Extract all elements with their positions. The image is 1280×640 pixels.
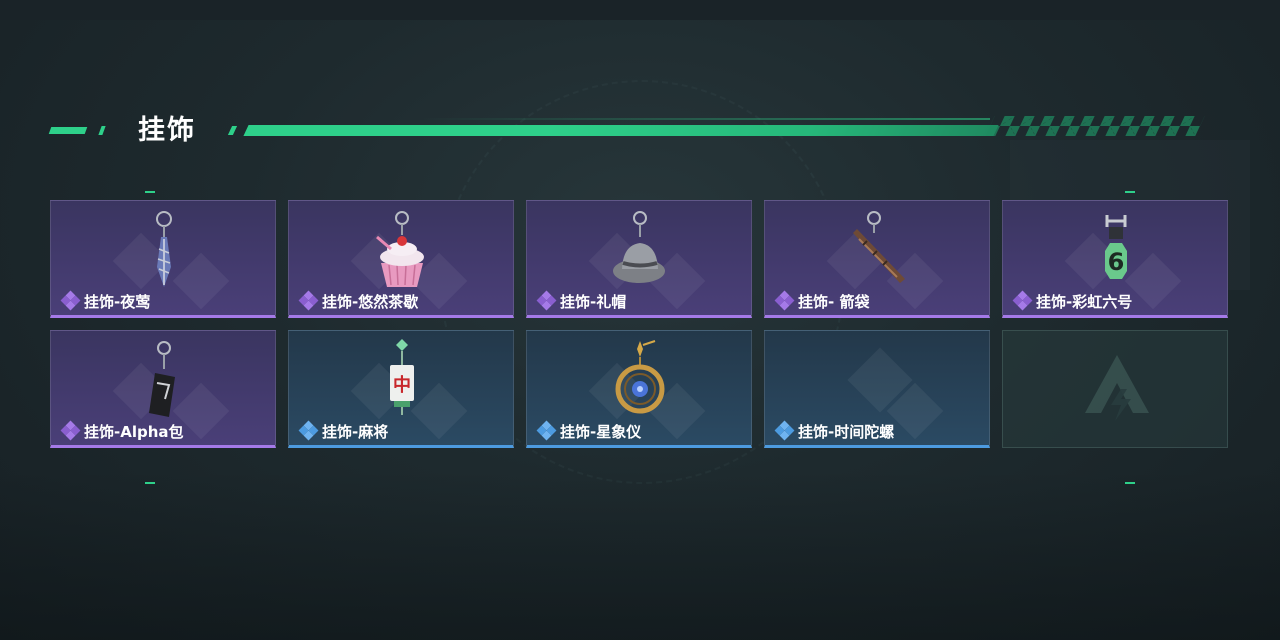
corner-tick	[145, 482, 155, 484]
charm-label: 挂饰-礼帽	[536, 290, 627, 311]
astrolabe-charm-icon	[615, 340, 665, 414]
charm-label: 挂饰- 箭袋	[774, 290, 870, 311]
header-left-tick	[98, 126, 106, 135]
charm-name: 挂饰-Alpha包	[84, 422, 184, 441]
corner-tick	[145, 191, 155, 193]
rarity-purple-icon	[774, 290, 795, 311]
game-logo-icon	[1085, 355, 1149, 421]
rarity-purple-icon	[536, 290, 557, 311]
charm-card[interactable]: 中 挂饰-麻将	[288, 330, 514, 448]
charm-name: 挂饰-时间陀螺	[798, 422, 895, 441]
charm-label: 挂饰-夜莺	[60, 290, 151, 311]
charm-card[interactable]: 挂饰-时间陀螺	[764, 330, 990, 448]
charm-card[interactable]: 挂饰-夜莺	[50, 200, 276, 318]
cupcake-charm-icon	[376, 211, 424, 287]
rarity-purple-icon	[60, 420, 81, 441]
charm-name: 挂饰-夜莺	[84, 292, 151, 311]
header-tick	[227, 126, 238, 135]
top-strip	[0, 0, 1280, 20]
header-checker-pattern	[985, 116, 1205, 136]
charm-label: 挂饰-麻将	[298, 420, 389, 441]
rarity-purple-icon	[298, 290, 319, 311]
rarity-purple-icon	[60, 290, 81, 311]
charm-grid: 挂饰-夜莺 挂饰-悠然茶歇 挂饰-礼帽 挂饰- 箭袋 6 挂饰-彩虹六号 挂饰-…	[50, 200, 1230, 450]
charm-label: 挂饰-星象仪	[536, 420, 642, 441]
section-header: 挂饰	[0, 100, 1280, 160]
charm-label: 挂饰-Alpha包	[60, 420, 184, 441]
charm-name: 挂饰-彩虹六号	[1036, 292, 1133, 311]
rainbow-six-charm-icon: 6	[1105, 215, 1127, 279]
charm-name: 挂饰- 箭袋	[798, 292, 870, 311]
mahjong-charm-icon: 中	[390, 339, 414, 415]
section-title: 挂饰	[138, 115, 196, 146]
header-main-bar	[243, 125, 999, 136]
rarity-purple-icon	[1012, 290, 1033, 311]
svg-text:中: 中	[393, 374, 411, 396]
quiver-charm-icon	[853, 211, 905, 283]
charm-name: 挂饰-麻将	[322, 422, 389, 441]
alpha-pack-charm-icon	[149, 341, 175, 417]
svg-text:6: 6	[1108, 248, 1125, 276]
background-shade	[0, 470, 1280, 640]
charm-card[interactable]: 挂饰-星象仪	[526, 330, 752, 448]
header-left-bar	[48, 127, 88, 134]
charm-label: 挂饰-彩虹六号	[1012, 290, 1133, 311]
charm-name: 挂饰-悠然茶歇	[322, 292, 419, 311]
corner-tick	[1125, 191, 1135, 193]
rarity-blue-icon	[298, 420, 319, 441]
charm-label: 挂饰-悠然茶歇	[298, 290, 419, 311]
rarity-blue-icon	[774, 420, 795, 441]
corner-tick	[1125, 482, 1135, 484]
hat-charm-icon	[613, 211, 665, 283]
charm-card[interactable]: 挂饰-Alpha包	[50, 330, 276, 448]
charm-card[interactable]: 6 挂饰-彩虹六号	[1002, 200, 1228, 318]
empty-slot	[1002, 330, 1228, 448]
charm-name: 挂饰-礼帽	[560, 292, 627, 311]
charm-label: 挂饰-时间陀螺	[774, 420, 895, 441]
charm-card[interactable]: 挂饰-礼帽	[526, 200, 752, 318]
charm-card[interactable]: 挂饰-悠然茶歇	[288, 200, 514, 318]
header-thin-line	[420, 118, 990, 120]
charm-name: 挂饰-星象仪	[560, 422, 642, 441]
rarity-blue-icon	[536, 420, 557, 441]
feather-charm-icon	[156, 211, 172, 287]
charm-card[interactable]: 挂饰- 箭袋	[764, 200, 990, 318]
